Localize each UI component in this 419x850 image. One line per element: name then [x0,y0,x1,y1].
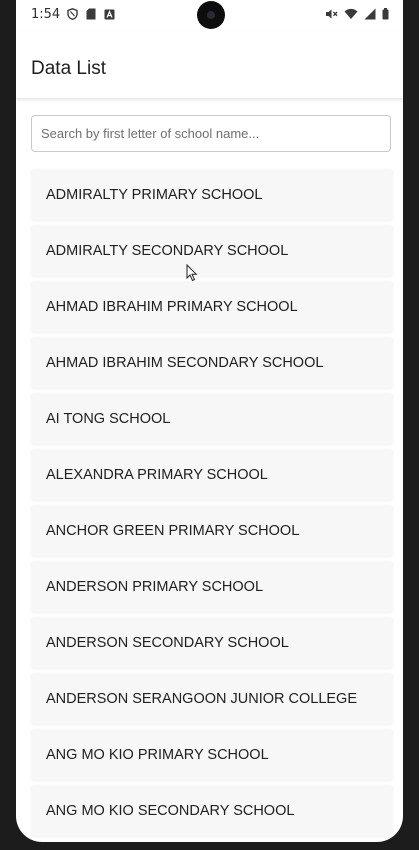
camera-cutout [197,1,225,29]
list-item-label: AI TONG SCHOOL [46,410,171,427]
list-item-label: ALEXANDRA PRIMARY SCHOOL [46,466,268,483]
list-item[interactable]: ADMIRALTY PRIMARY SCHOOL [31,169,393,220]
list-item-label: AHMAD IBRAHIM PRIMARY SCHOOL [46,298,298,315]
text-a-icon [104,9,115,19]
signal-icon [364,8,376,20]
phone-frame: 1:54 Data List Search by first letter of… [0,0,419,850]
school-list: ADMIRALTY PRIMARY SCHOOL ADMIRALTY SECOND… [31,169,393,841]
list-item-label: AHMAD IBRAHIM SECONDARY SCHOOL [46,354,324,371]
list-item[interactable]: ANDERSON SECONDARY SCHOOL [31,617,393,668]
list-item-label: ADMIRALTY SECONDARY SCHOOL [46,242,289,259]
list-item[interactable]: ANCHOR GREEN PRIMARY SCHOOL [31,505,393,556]
list-item-label: ANDERSON PRIMARY SCHOOL [46,578,264,595]
list-item[interactable]: ALEXANDRA PRIMARY SCHOOL [31,449,393,500]
list-item[interactable]: ANDERSON PRIMARY SCHOOL [31,561,393,612]
status-bar: 1:54 [16,0,403,32]
app-bar: Data List [16,32,403,98]
status-left-icons [67,8,115,20]
list-item-label: ANG MO KIO PRIMARY SCHOOL [46,746,269,763]
mute-icon [326,9,338,19]
list-item-label: ANCHOR GREEN PRIMARY SCHOOL [46,522,300,539]
page-title: Data List [31,58,106,79]
battery-icon [382,8,389,20]
list-item[interactable]: AI TONG SCHOOL [31,393,393,444]
list-item[interactable]: ANDERSON SERANGOON JUNIOR COLLEGE [31,673,393,724]
wifi-icon [344,8,358,19]
list-item[interactable]: AHMAD IBRAHIM SECONDARY SCHOOL [31,337,393,388]
list-item-label: ANG MO KIO SECONDARY SCHOOL [46,802,295,819]
list-item[interactable]: AHMAD IBRAHIM PRIMARY SCHOOL [31,281,393,332]
mouse-cursor-icon [186,264,198,282]
list-item[interactable]: ANG MO KIO PRIMARY SCHOOL [31,729,393,780]
sd-card-icon [86,8,96,20]
list-item-label: ADMIRALTY PRIMARY SCHOOL [46,186,263,203]
status-time: 1:54 [31,7,61,22]
content-area[interactable]: ADMIRALTY PRIMARY SCHOOL ADMIRALTY SECOND… [16,98,403,842]
list-item[interactable]: ADMIRALTY SECONDARY SCHOOL [31,225,393,276]
search-input[interactable] [31,115,391,152]
status-right-icons [325,8,389,20]
shield-icon [67,8,78,20]
screen: 1:54 Data List Search by first letter of… [16,0,403,842]
list-item-label: ANDERSON SECONDARY SCHOOL [46,634,289,651]
list-item[interactable]: ANG MO KIO SECONDARY SCHOOL [31,785,393,836]
list-item-label: ANDERSON SERANGOON JUNIOR COLLEGE [46,690,357,707]
